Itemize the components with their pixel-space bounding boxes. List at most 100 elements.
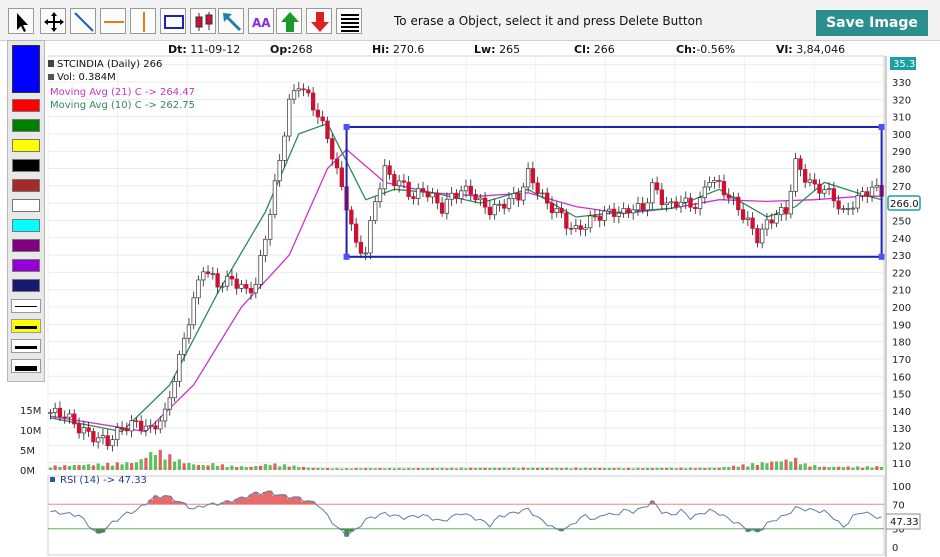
volume-bar — [698, 467, 702, 470]
volume-bar — [607, 467, 611, 470]
candle-body — [850, 207, 856, 210]
sell-arrow-tool-button[interactable] — [306, 8, 332, 34]
volume-bar — [311, 467, 315, 470]
price-tick-label: 130 — [892, 424, 911, 435]
candle-body — [115, 427, 120, 440]
candle-body — [855, 195, 860, 209]
candle-body — [406, 181, 411, 197]
price-tick-label: 280 — [892, 165, 911, 176]
selected-color-swatch[interactable] — [12, 45, 40, 93]
candle-body — [540, 192, 545, 195]
chart-area[interactable]: 110 120 130 140 150 160 170 180 190 200 210 220 230 2… — [0, 40, 940, 557]
pointer-tool-button[interactable] — [8, 8, 34, 34]
volume-bar — [321, 468, 325, 470]
pointer-icon — [17, 13, 28, 32]
volume-bar — [115, 462, 119, 470]
candle-body — [468, 185, 473, 195]
candle-body — [86, 427, 91, 432]
volume-bar — [813, 465, 817, 470]
volume-bar — [755, 465, 760, 470]
volume-bar — [287, 466, 291, 470]
volume-bar — [531, 467, 535, 470]
candle-body — [774, 214, 779, 224]
color-swatch[interactable] — [12, 239, 40, 252]
move-tool-button[interactable] — [40, 8, 66, 34]
lines-menu-tool-button[interactable] — [336, 8, 362, 34]
legend-title: STCINDIA (Daily) 266 — [57, 59, 162, 70]
vertical-line-tool-button[interactable] — [130, 8, 156, 34]
candle-body — [296, 88, 301, 92]
volume-bar — [139, 459, 143, 470]
horizontal-line-tool-button[interactable] — [100, 8, 126, 34]
line-thick-option[interactable] — [11, 319, 41, 333]
volume-bar — [464, 468, 468, 470]
color-swatch[interactable] — [12, 159, 40, 172]
text-tool-button[interactable]: AA — [248, 8, 274, 34]
save-image-button[interactable]: Save Image — [816, 10, 928, 36]
rectangle-tool-button[interactable] — [160, 8, 186, 34]
price-tick-label: 230 — [892, 251, 911, 262]
volume-bar — [483, 467, 487, 470]
color-swatch[interactable] — [12, 139, 40, 152]
volume-bar — [430, 468, 435, 470]
candle-body — [654, 182, 660, 191]
volume-bar — [397, 467, 401, 470]
candle-body — [267, 214, 273, 240]
volume-bar — [779, 461, 783, 470]
volume-bar — [215, 465, 220, 470]
color-swatch[interactable] — [12, 179, 40, 192]
candle-body — [798, 158, 803, 170]
volume-bar — [717, 467, 721, 470]
candle-body — [726, 194, 731, 199]
rsi-tick-label: 0 — [892, 543, 898, 554]
line-medium-option[interactable] — [11, 339, 41, 353]
candle-body — [387, 165, 392, 175]
buy-arrow-tool-button[interactable] — [276, 8, 302, 34]
volume-bar — [526, 468, 530, 470]
candle-body — [497, 203, 502, 206]
candle-body — [449, 192, 454, 200]
volume-bar — [593, 467, 597, 470]
volume-bar — [120, 464, 124, 470]
rectangle-handle — [878, 123, 885, 130]
volume-bar — [641, 468, 645, 470]
volume-bar — [163, 459, 167, 470]
arrow-tool-button[interactable] — [218, 8, 244, 34]
candle-body — [143, 425, 149, 431]
candle-body — [435, 192, 440, 204]
candle-body — [788, 190, 793, 215]
price-tick-label: 300 — [892, 130, 911, 141]
candle-body — [841, 208, 846, 210]
candle-body — [535, 182, 540, 194]
color-swatch[interactable] — [12, 119, 40, 132]
volume-bar — [330, 468, 334, 470]
line-thin-option[interactable] — [11, 299, 41, 313]
line-bold-option[interactable] — [11, 359, 41, 373]
candle-body — [846, 207, 851, 210]
trend-line-tool-button[interactable] — [70, 8, 96, 34]
volume-bar — [660, 467, 664, 470]
candle-body — [181, 337, 187, 355]
volume-bar — [669, 467, 674, 470]
candle-body — [664, 202, 669, 206]
candle-body — [325, 120, 330, 139]
price-tick-label: 240 — [892, 234, 911, 245]
rsi-legend: RSI (14) -> 47.33 — [60, 475, 147, 486]
color-swatch[interactable] — [12, 219, 40, 232]
volume-bar — [130, 463, 134, 470]
candle-body — [530, 168, 536, 184]
color-swatch[interactable] — [12, 259, 40, 272]
volume-bar — [387, 468, 392, 470]
volume-bar — [751, 463, 755, 470]
color-swatch[interactable] — [12, 279, 40, 292]
volume-bar — [703, 468, 707, 470]
candle-body — [396, 180, 402, 187]
candle-body — [57, 407, 63, 418]
candle-body — [611, 208, 617, 217]
color-swatch[interactable] — [12, 199, 40, 212]
volume-bar — [765, 463, 769, 470]
color-swatch[interactable] — [12, 99, 40, 112]
volume-bar — [134, 462, 138, 470]
candle-tool-button[interactable] — [190, 8, 216, 34]
top-value-badge-text: 35.3 — [893, 59, 915, 70]
